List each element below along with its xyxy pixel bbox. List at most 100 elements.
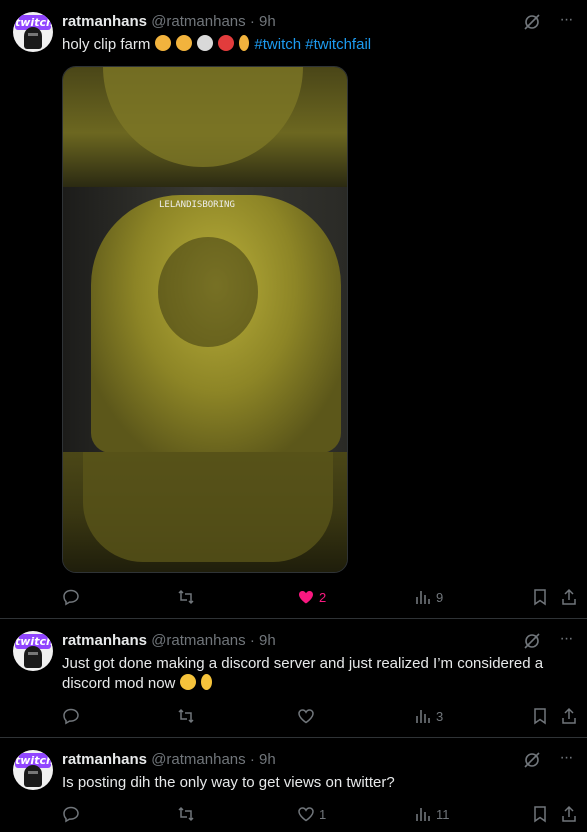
- views-icon: [416, 710, 430, 723]
- tweet-text-body: Just got done making a discord server an…: [62, 655, 544, 692]
- tweet[interactable]: twitch ratmanhans @ratmanhans · 9h ··· I…: [0, 738, 587, 832]
- user-handle[interactable]: @ratmanhans: [151, 632, 245, 649]
- tweet-text: Is posting dih the only way to get views…: [62, 773, 572, 793]
- tweet-text: Just got done making a discord server an…: [62, 654, 572, 694]
- avatar-figure: [24, 27, 42, 49]
- victory-hand-emoji-icon: [200, 674, 212, 690]
- repost-button[interactable]: [177, 587, 199, 607]
- bookmark-button[interactable]: [531, 804, 549, 824]
- like-icon: [298, 709, 314, 724]
- praying-hands-emoji-icon: [154, 35, 171, 51]
- tweet-actions: 1 11: [62, 804, 584, 824]
- like-button[interactable]: 2: [297, 587, 326, 607]
- grok-icon[interactable]: [523, 13, 541, 31]
- avatar[interactable]: twitch: [13, 631, 53, 671]
- timestamp[interactable]: 9h: [259, 13, 276, 30]
- hashtag-link[interactable]: #twitch: [254, 36, 301, 53]
- user-name[interactable]: ratmanhans: [62, 751, 147, 768]
- like-count: 2: [319, 589, 327, 605]
- bookmark-icon: [534, 589, 546, 606]
- views-icon: [416, 808, 430, 821]
- tweet-top-icons: ···: [523, 12, 575, 31]
- share-icon: [562, 588, 576, 605]
- flushed-emoji-icon: [179, 674, 196, 690]
- share-button[interactable]: [560, 804, 578, 824]
- tweet-text-body: holy clip farm: [62, 36, 151, 53]
- reply-button[interactable]: [62, 804, 84, 824]
- tweet-actions: 3: [62, 706, 584, 726]
- timestamp[interactable]: 9h: [259, 751, 276, 768]
- share-icon: [562, 707, 576, 724]
- separator: ·: [249, 13, 255, 30]
- user-handle[interactable]: @ratmanhans: [151, 13, 245, 30]
- avatar[interactable]: twitch: [13, 12, 53, 52]
- media-shadow: [158, 237, 258, 347]
- share-button[interactable]: [560, 587, 578, 607]
- tweet-top-icons: ···: [523, 750, 575, 769]
- praying-hands-emoji-icon: [175, 35, 192, 51]
- views-button[interactable]: 3: [414, 706, 443, 726]
- media-caption: LELANDISBORING: [159, 200, 235, 210]
- views-count: 3: [436, 708, 444, 724]
- tweet-text: holy clip farm #twitch #twitchfail: [62, 35, 572, 55]
- tweet-header: ratmanhans @ratmanhans · 9h: [62, 751, 276, 769]
- separator: ·: [249, 632, 255, 649]
- reply-button[interactable]: [62, 706, 84, 726]
- separator: ·: [249, 751, 255, 768]
- tweet-media-video[interactable]: LELANDISBORING: [62, 66, 348, 573]
- tweet[interactable]: twitch ratmanhans @ratmanhans · 9h ··· J…: [0, 619, 587, 738]
- bookmark-icon: [534, 708, 546, 725]
- repost-button[interactable]: [177, 804, 199, 824]
- grok-icon[interactable]: [523, 751, 541, 769]
- more-icon[interactable]: ···: [557, 750, 575, 769]
- views-button[interactable]: 9: [414, 587, 443, 607]
- media-blur-shape: [83, 452, 333, 562]
- views-button[interactable]: 11: [414, 804, 450, 824]
- views-icon: [416, 591, 430, 604]
- user-name[interactable]: ratmanhans: [62, 632, 147, 649]
- skull-emoji-icon: [196, 35, 213, 51]
- avatar-figure: [24, 646, 42, 668]
- avatar[interactable]: twitch: [13, 750, 53, 790]
- user-name[interactable]: ratmanhans: [62, 13, 147, 30]
- hashtag-link[interactable]: #twitchfail: [305, 36, 371, 53]
- bookmark-button[interactable]: [531, 587, 549, 607]
- crossed-fingers-emoji-icon: [239, 35, 250, 51]
- like-button[interactable]: 1: [297, 804, 326, 824]
- share-button[interactable]: [560, 706, 578, 726]
- views-count: 9: [436, 589, 444, 605]
- avatar-figure: [24, 765, 42, 787]
- bookmark-icon: [534, 806, 546, 823]
- media-frame: LELANDISBORING: [63, 187, 347, 453]
- timestamp[interactable]: 9h: [259, 632, 276, 649]
- like-icon: [299, 591, 313, 604]
- repost-icon: [178, 708, 194, 724]
- tweet-header: ratmanhans @ratmanhans · 9h: [62, 13, 276, 31]
- reply-icon: [63, 589, 79, 606]
- reply-icon: [63, 708, 79, 725]
- more-icon[interactable]: ···: [557, 12, 575, 31]
- tweet[interactable]: twitch ratmanhans @ratmanhans · 9h ··· h…: [0, 0, 587, 619]
- santa-emoji-icon: [218, 35, 235, 51]
- like-count: 1: [319, 806, 327, 822]
- media-bottom-blur: [63, 452, 347, 572]
- views-count: 11: [436, 806, 450, 822]
- bookmark-button[interactable]: [531, 706, 549, 726]
- tweet-text-body: Is posting dih the only way to get views…: [62, 774, 395, 791]
- media-top-blur: [63, 67, 347, 187]
- tweet-header: ratmanhans @ratmanhans · 9h: [62, 632, 276, 650]
- grok-icon[interactable]: [523, 632, 541, 650]
- like-icon: [298, 807, 314, 822]
- like-button[interactable]: [297, 706, 319, 726]
- repost-button[interactable]: [177, 706, 199, 726]
- reply-button[interactable]: [62, 587, 84, 607]
- reply-icon: [63, 806, 79, 823]
- tweet-actions: 2 9: [62, 587, 584, 607]
- share-icon: [562, 805, 576, 822]
- more-icon[interactable]: ···: [557, 631, 575, 650]
- repost-icon: [178, 589, 194, 605]
- tweet-top-icons: ···: [523, 631, 575, 650]
- media-blur-shape: [103, 67, 303, 167]
- user-handle[interactable]: @ratmanhans: [151, 751, 245, 768]
- repost-icon: [178, 806, 194, 822]
